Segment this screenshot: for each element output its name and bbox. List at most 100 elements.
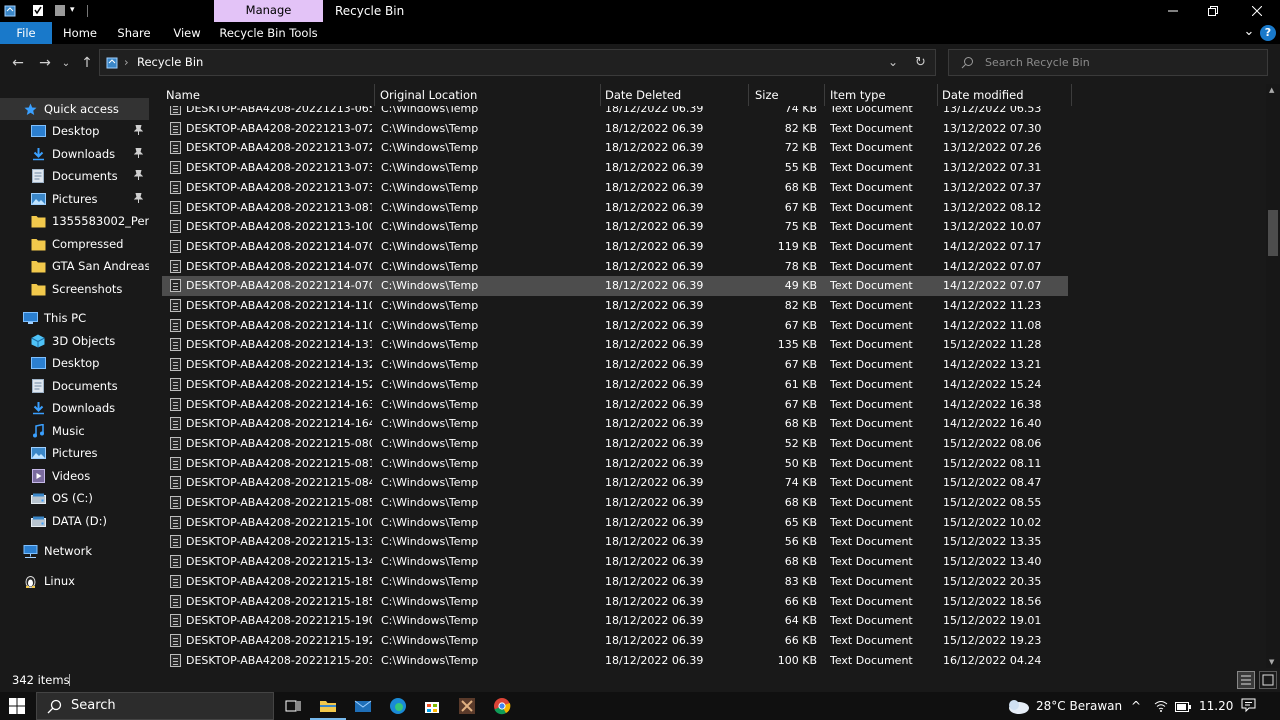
taskbar-app-edge[interactable] bbox=[388, 696, 408, 716]
sidebar-item-linux[interactable]: Linux bbox=[0, 570, 149, 592]
close-button[interactable] bbox=[1234, 0, 1280, 22]
column-header-item-type[interactable]: Item type bbox=[826, 84, 938, 106]
table-row[interactable]: DESKTOP-ABA4208-20221215-1340.... C:\Wind… bbox=[162, 552, 1068, 572]
weather-icon[interactable] bbox=[1006, 697, 1030, 718]
scroll-thumb[interactable] bbox=[1268, 210, 1278, 256]
tray-overflow-button[interactable]: ^ bbox=[1131, 692, 1141, 720]
table-row[interactable]: DESKTOP-ABA4208-20221215-0806.... C:\Wind… bbox=[162, 434, 1068, 454]
sidebar-item-documents[interactable]: Documents bbox=[0, 375, 149, 397]
address-dropdown-button[interactable]: ⌄ bbox=[888, 50, 898, 74]
sidebar-item-screenshots[interactable]: Screenshots bbox=[0, 278, 149, 300]
table-row[interactable]: DESKTOP-ABA4208-20221214-1321.... C:\Wind… bbox=[162, 355, 1068, 375]
tab-home[interactable]: Home bbox=[56, 22, 104, 44]
taskbar-app-file-explorer[interactable] bbox=[310, 696, 346, 720]
back-button[interactable]: ← bbox=[9, 54, 27, 72]
wifi-icon[interactable] bbox=[1154, 700, 1168, 715]
table-row[interactable]: DESKTOP-ABA4208-20221214-0700.... C:\Wind… bbox=[162, 237, 1068, 257]
table-row[interactable]: DESKTOP-ABA4208-20221215-1856.... C:\Wind… bbox=[162, 592, 1068, 612]
table-row[interactable]: DESKTOP-ABA4208-20221215-0811.... C:\Wind… bbox=[162, 454, 1068, 474]
new-folder-icon[interactable] bbox=[54, 4, 66, 17]
taskbar-app-mail[interactable] bbox=[353, 696, 373, 716]
details-view-button[interactable] bbox=[1237, 671, 1255, 689]
sidebar-item-quick-access[interactable]: Quick access bbox=[0, 98, 149, 120]
sidebar-item-music[interactable]: Music bbox=[0, 420, 149, 442]
tab-view[interactable]: View bbox=[164, 22, 210, 44]
sidebar-item-this-pc[interactable]: This PC bbox=[0, 307, 149, 329]
table-row[interactable]: DESKTOP-ABA4208-20221215-1001.... C:\Wind… bbox=[162, 513, 1068, 533]
table-row[interactable]: DESKTOP-ABA4208-20221214-1640.... C:\Wind… bbox=[162, 414, 1068, 434]
sidebar-item-videos[interactable]: Videos bbox=[0, 465, 149, 487]
address-bar[interactable]: › Recycle Bin ⌄ ↻ bbox=[99, 49, 936, 76]
weather-text[interactable]: 28°C Berawan bbox=[1036, 692, 1122, 720]
scroll-down-icon[interactable]: ▼ bbox=[1269, 658, 1274, 666]
taskbar-search[interactable]: Search bbox=[36, 692, 274, 720]
tab-manage[interactable]: Manage bbox=[214, 0, 323, 22]
table-row[interactable]: DESKTOP-ABA4208-20221213-0720.... C:\Wind… bbox=[162, 119, 1068, 139]
table-row[interactable]: DESKTOP-ABA4208-20221213-0731.... C:\Wind… bbox=[162, 158, 1068, 178]
start-button[interactable] bbox=[7, 696, 27, 716]
up-button[interactable]: ↑ bbox=[78, 54, 96, 72]
notifications-icon[interactable] bbox=[1241, 698, 1256, 716]
sidebar-item-network[interactable]: Network bbox=[0, 540, 149, 562]
table-row[interactable]: DESKTOP-ABA4208-20221214-1523.... C:\Wind… bbox=[162, 375, 1068, 395]
table-row[interactable]: DESKTOP-ABA4208-20221214-1638.... C:\Wind… bbox=[162, 395, 1068, 415]
recent-locations-button[interactable]: ⌄ bbox=[59, 54, 73, 72]
table-row[interactable]: DESKTOP-ABA4208-20221213-0737.... C:\Wind… bbox=[162, 178, 1068, 198]
search-box[interactable] bbox=[948, 49, 1268, 76]
table-row[interactable]: DESKTOP-ABA4208-20221215-1923.... C:\Wind… bbox=[162, 631, 1068, 651]
sidebar-item-downloads[interactable]: Downloads bbox=[0, 143, 149, 165]
table-row[interactable]: DESKTOP-ABA4208-20221215-1901.... C:\Wind… bbox=[162, 611, 1068, 631]
table-row[interactable]: DESKTOP-ABA4208-20221214-1108.... C:\Wind… bbox=[162, 316, 1068, 336]
table-row[interactable]: DESKTOP-ABA4208-20221215-1850.... C:\Wind… bbox=[162, 572, 1068, 592]
clock[interactable]: 11.20 bbox=[1199, 692, 1233, 720]
ribbon-expand-button[interactable]: ⌄ bbox=[1241, 24, 1257, 42]
column-header-date-modified[interactable]: Date modified bbox=[938, 84, 1072, 106]
refresh-button[interactable]: ↻ bbox=[915, 50, 926, 75]
table-row[interactable]: DESKTOP-ABA4208-20221213-0726.... C:\Wind… bbox=[162, 138, 1068, 158]
sidebar-item-desktop[interactable]: Desktop bbox=[0, 352, 149, 374]
tab-recycle-bin-tools[interactable]: Recycle Bin Tools bbox=[214, 22, 323, 44]
vertical-scrollbar[interactable]: ▲ ▼ bbox=[1266, 84, 1280, 668]
properties-icon[interactable] bbox=[32, 4, 44, 17]
search-input[interactable] bbox=[985, 54, 1255, 71]
table-row[interactable]: DESKTOP-ABA4208-20221213-0812.... C:\Wind… bbox=[162, 198, 1068, 218]
table-row[interactable]: DESKTOP-ABA4208-20221214-0707.... C:\Wind… bbox=[162, 276, 1068, 296]
column-header-date-deleted[interactable]: Date Deleted bbox=[601, 84, 749, 106]
tab-file[interactable]: File bbox=[0, 22, 52, 44]
scroll-up-icon[interactable]: ▲ bbox=[1269, 86, 1274, 94]
battery-icon[interactable] bbox=[1175, 701, 1191, 715]
sidebar-item-1355583002-persona[interactable]: 1355583002_Persona bbox=[0, 210, 149, 232]
large-icons-view-button[interactable] bbox=[1259, 671, 1277, 689]
forward-button[interactable]: → bbox=[36, 54, 54, 72]
taskbar-app-game[interactable] bbox=[457, 696, 477, 716]
column-header-original-location[interactable]: Original Location bbox=[376, 84, 601, 106]
breadcrumb[interactable]: Recycle Bin bbox=[137, 50, 203, 75]
sidebar-item-pictures[interactable]: Pictures bbox=[0, 442, 149, 464]
table-row[interactable]: DESKTOP-ABA4208-20221214-1315.... C:\Wind… bbox=[162, 335, 1068, 355]
sidebar-item-documents[interactable]: Documents bbox=[0, 165, 149, 187]
sidebar-item-data-d[interactable]: DATA (D:) bbox=[0, 510, 149, 532]
table-row[interactable]: DESKTOP-ABA4208-20221214-0706.... C:\Wind… bbox=[162, 257, 1068, 277]
sidebar-item-pictures[interactable]: Pictures bbox=[0, 188, 149, 210]
sidebar-item-downloads[interactable]: Downloads bbox=[0, 397, 149, 419]
sidebar-item-compressed[interactable]: Compressed bbox=[0, 233, 149, 255]
sidebar-item-gta-san-andreas[interactable]: GTA San Andreas bbox=[0, 255, 149, 277]
help-button[interactable]: ? bbox=[1260, 25, 1276, 41]
maximize-button[interactable] bbox=[1190, 0, 1236, 22]
table-row[interactable]: DESKTOP-ABA4208-20221215-0846.... C:\Wind… bbox=[162, 473, 1068, 493]
column-header-size[interactable]: Size bbox=[751, 84, 825, 106]
task-view-button[interactable] bbox=[283, 696, 303, 716]
taskbar-app-store[interactable] bbox=[422, 696, 442, 716]
sidebar-item-3d-objects[interactable]: 3D Objects bbox=[0, 330, 149, 352]
text-file-icon bbox=[170, 555, 181, 569]
table-row[interactable]: DESKTOP-ABA4208-20221215-2039.... C:\Wind… bbox=[162, 651, 1068, 668]
tab-share[interactable]: Share bbox=[110, 22, 158, 44]
table-row[interactable]: DESKTOP-ABA4208-20221215-1335.... C:\Wind… bbox=[162, 532, 1068, 552]
table-row[interactable]: DESKTOP-ABA4208-20221214-1102.... C:\Wind… bbox=[162, 296, 1068, 316]
sidebar-item-desktop[interactable]: Desktop bbox=[0, 120, 149, 142]
table-row[interactable]: DESKTOP-ABA4208-20221213-1005.... C:\Wind… bbox=[162, 217, 1068, 237]
sidebar-item-os-c[interactable]: OS (C:) bbox=[0, 487, 149, 509]
customize-toolbar-icon[interactable]: ▾ bbox=[70, 4, 82, 17]
taskbar-app-chrome[interactable] bbox=[492, 696, 512, 716]
table-row[interactable]: DESKTOP-ABA4208-20221215-0855.... C:\Wind… bbox=[162, 493, 1068, 513]
